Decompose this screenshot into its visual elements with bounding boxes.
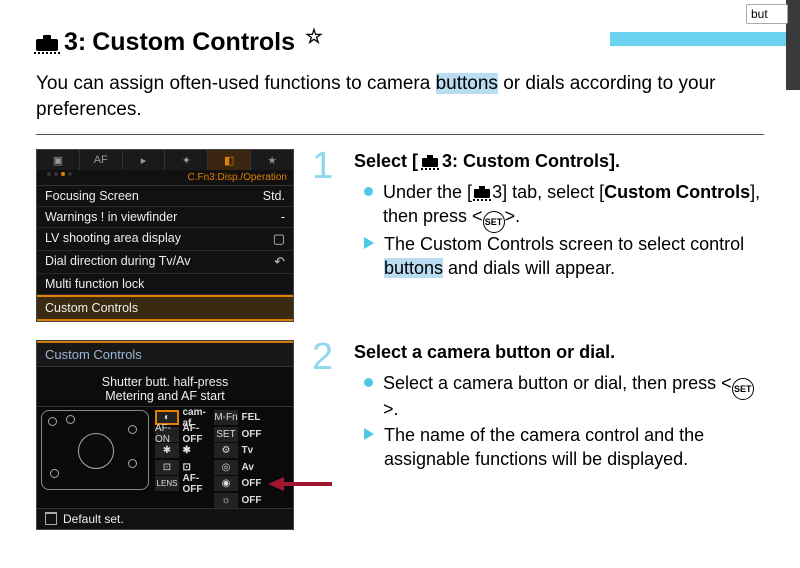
menu-row-focusing: Focusing ScreenStd.: [37, 186, 293, 207]
camera-glyph-icon: [474, 186, 490, 198]
grid-star-icon: ✱: [155, 443, 179, 458]
step-number-2: 2: [312, 338, 336, 530]
intro-text: You can assign often-used functions to c…: [36, 71, 764, 122]
cc-description: Shutter butt. half-press Metering and AF…: [37, 367, 293, 407]
browser-scrollbar[interactable]: but: [786, 0, 800, 90]
step-number-1: 1: [312, 147, 336, 322]
camera-menu-screenshot-2: Custom Controls Shutter butt. half-press…: [36, 340, 294, 530]
tab-wrench: ✦: [165, 150, 208, 170]
tab-play: ▸: [123, 150, 166, 170]
search-highlight: buttons: [384, 258, 443, 278]
tab-star: ★: [251, 150, 293, 170]
set-button-icon: SET: [732, 378, 754, 400]
tab-camera: ▣: [37, 150, 80, 170]
cc-header: Custom Controls: [37, 341, 293, 367]
step-2-title: Select a camera button or dial.: [354, 340, 764, 364]
step-1-title: Select [ 3: Custom Controls].: [354, 149, 764, 173]
highlight-stripe: [610, 32, 800, 46]
bullet-triangle-icon: [364, 237, 374, 249]
tab-custom: ◧: [208, 150, 251, 170]
step-2-bullet-2: The name of the camera control and the a…: [364, 423, 764, 472]
bullet-dot-icon: [364, 378, 373, 387]
menu-row-custom-controls: Custom Controls: [37, 295, 293, 321]
menu-row-lock: Multi function lock: [37, 274, 293, 295]
tab-af: AF: [80, 150, 123, 170]
partial-button[interactable]: but: [746, 4, 788, 24]
menu-subhead: C.Fn3:Disp./Operation: [37, 170, 293, 186]
step-1-bullet-2: The Custom Controls screen to select con…: [364, 232, 764, 281]
bullet-dot-icon: [364, 187, 373, 196]
grid-dial2-icon: ◎: [214, 460, 238, 475]
heading-number: 3:: [64, 28, 86, 57]
grid-set-icon: SET: [214, 427, 238, 442]
control-mapping-grid: ◐cam-af M-FnFEL AF-ONAF-OFF SETOFF ✱✱ ⚙T…: [155, 410, 289, 508]
cc-footer: Default set.: [37, 508, 293, 529]
camera-menu-screenshot-1: ▣ AF ▸ ✦ ◧ ★ C.Fn3:Disp./Operation Focus…: [36, 149, 294, 322]
menu-row-dial: Dial direction during Tv/Av↶: [37, 251, 293, 274]
section-1: ▣ AF ▸ ✦ ◧ ★ C.Fn3:Disp./Operation Focus…: [36, 149, 764, 322]
step-2-bullet-1: Select a camera button or dial, then pre…: [364, 371, 764, 421]
grid-lens-icon: LENS: [155, 476, 179, 491]
menu-row-lv: LV shooting area display▢: [37, 228, 293, 251]
camera-diagram: [41, 410, 149, 490]
grid-light-icon: ☼: [214, 493, 238, 508]
heading-title: Custom Controls: [92, 28, 295, 57]
section-2: Custom Controls Shutter butt. half-press…: [36, 340, 764, 530]
set-button-icon: SET: [483, 211, 505, 233]
grid-dot-icon: ⊡: [155, 460, 179, 475]
grid-ring-icon: ◉: [214, 476, 238, 491]
menu-row-warnings: Warnings ! in viewfinder-: [37, 207, 293, 228]
trash-icon: [45, 512, 57, 525]
camera-glyph-icon: [422, 155, 438, 167]
bullet-triangle-icon: [364, 428, 374, 440]
grid-afon-icon: AF-ON: [155, 427, 179, 442]
camera-icon: [36, 35, 58, 51]
star-icon: ☆: [305, 24, 323, 49]
grid-mfn-icon: M-Fn: [214, 410, 238, 425]
search-highlight: buttons: [436, 73, 498, 94]
menu-tabs: ▣ AF ▸ ✦ ◧ ★: [37, 150, 293, 170]
grid-dial1-icon: ⚙: [214, 443, 238, 458]
step-1-bullet-1: Under the [3] tab, select [Custom Contro…: [364, 180, 764, 230]
divider: [36, 134, 764, 135]
